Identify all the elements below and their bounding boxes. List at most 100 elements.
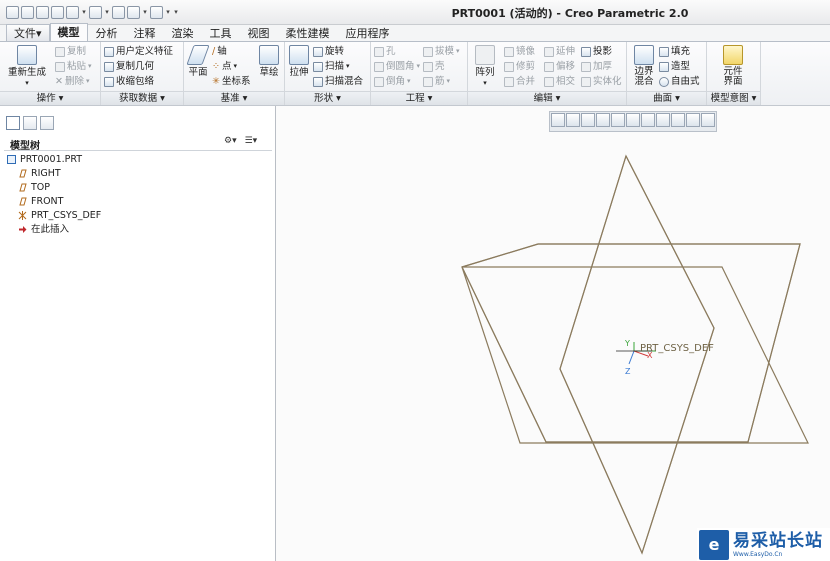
- round-button[interactable]: 倒圆角 ▾: [374, 60, 420, 73]
- close-window-icon[interactable]: [150, 5, 163, 19]
- model-canvas[interactable]: Y X Z PRT_CSYS_DEF: [276, 106, 830, 561]
- group-label-model-intent[interactable]: 模型意图 ▾: [707, 91, 760, 105]
- datum-plane-icon: [19, 169, 27, 178]
- new-file-icon[interactable]: [21, 5, 34, 19]
- point-button[interactable]: ⁘ 点 ▾: [212, 60, 237, 73]
- hole-button[interactable]: 孔: [374, 45, 396, 58]
- windows-dropdown-icon[interactable]: ▾: [142, 8, 148, 16]
- revolve-button[interactable]: 旋转: [313, 45, 344, 58]
- group-label-surfaces[interactable]: 曲面 ▾: [627, 91, 706, 105]
- group-label-shapes[interactable]: 形状 ▾: [285, 91, 370, 105]
- tab-flexible-modeling[interactable]: 柔性建模: [278, 24, 338, 42]
- datum-plane-outline-a[interactable]: [461, 243, 801, 443]
- redo-icon[interactable]: [89, 5, 102, 19]
- swept-blend-button[interactable]: 扫描混合: [313, 75, 363, 88]
- undo-dropdown-icon[interactable]: ▾: [81, 8, 87, 16]
- shell-button[interactable]: 壳: [423, 60, 445, 73]
- tab-analysis[interactable]: 分析: [88, 24, 126, 42]
- boundary-blend-button[interactable]: 边界混合: [629, 45, 659, 87]
- tree-item-csys[interactable]: PRT_CSYS_DEF: [18, 209, 101, 222]
- datum-plane-top[interactable]: [559, 154, 715, 555]
- component-interface-button[interactable]: 元件界面: [715, 45, 751, 87]
- rib-button[interactable]: 筋 ▾: [423, 75, 450, 88]
- shrinkwrap-button[interactable]: 收缩包络: [104, 75, 154, 88]
- tab-view[interactable]: 视图: [240, 24, 278, 42]
- datum-plane-outline-b[interactable]: [461, 266, 809, 444]
- group-label-editing[interactable]: 编辑 ▾: [468, 91, 626, 105]
- datum-plane-front[interactable]: [461, 243, 801, 443]
- tab-applications[interactable]: 应用程序: [338, 24, 398, 42]
- sketch-button[interactable]: 草绘: [255, 45, 283, 78]
- axis-button[interactable]: / 轴: [212, 45, 227, 58]
- copy-button[interactable]: 复制: [55, 45, 86, 58]
- round-icon: [374, 61, 384, 72]
- csys-button[interactable]: ✳ 坐标系: [212, 75, 250, 88]
- regenerate-button[interactable]: 重新生成 ▾: [4, 45, 50, 89]
- tab-annotate[interactable]: 注释: [126, 24, 164, 42]
- offset-icon: [544, 61, 554, 72]
- folder-browser-tab-icon[interactable]: [23, 116, 37, 130]
- paste-button[interactable]: 粘贴 ▾: [55, 60, 92, 73]
- group-label-datum[interactable]: 基准 ▾: [184, 91, 284, 105]
- tree-item-part[interactable]: PRT0001.PRT: [7, 153, 82, 166]
- windows-icon[interactable]: [127, 5, 140, 19]
- customize-qat-icon[interactable]: ▾: [173, 8, 179, 16]
- trim-button[interactable]: 修剪: [504, 60, 535, 73]
- style-button[interactable]: 造型: [659, 60, 690, 73]
- csys-glyph[interactable]: Y X Z PRT_CSYS_DEF: [616, 339, 714, 376]
- extend-button[interactable]: 延伸: [544, 45, 575, 58]
- regenerate-icon[interactable]: [112, 5, 125, 19]
- freestyle-button[interactable]: 自由式: [659, 75, 700, 88]
- tree-item-front[interactable]: FRONT: [18, 195, 63, 208]
- model-tree-tab-icon[interactable]: [6, 116, 20, 130]
- intersect-icon: [544, 76, 554, 87]
- redo-dropdown-icon[interactable]: ▾: [104, 8, 110, 16]
- sweep-dropdown-icon: ▾: [346, 62, 350, 70]
- group-label-get-data[interactable]: 获取数据 ▾: [101, 91, 183, 105]
- group-label-engineering[interactable]: 工程 ▾: [371, 91, 467, 105]
- tab-file[interactable]: 文件▾: [6, 24, 50, 42]
- undo-icon[interactable]: [66, 5, 79, 19]
- extrude-icon: [289, 45, 309, 65]
- group-label-operations[interactable]: 操作 ▾: [0, 91, 100, 105]
- open-file-icon[interactable]: [36, 5, 49, 19]
- tab-render[interactable]: 渲染: [164, 24, 202, 42]
- tree-item-top[interactable]: TOP: [18, 181, 50, 194]
- intersect-button[interactable]: 相交: [544, 75, 575, 88]
- pattern-button[interactable]: 阵列 ▾: [470, 45, 500, 89]
- tab-tools[interactable]: 工具: [202, 24, 240, 42]
- tree-item-right[interactable]: RIGHT: [18, 167, 61, 180]
- close-dropdown-icon[interactable]: ▾: [165, 8, 171, 16]
- delete-icon: ✕: [55, 76, 63, 87]
- tree-settings-icon[interactable]: ⚙▾: [224, 136, 237, 146]
- chamfer-dropdown-icon: ▾: [407, 77, 411, 85]
- mirror-button[interactable]: 镜像: [504, 45, 535, 58]
- extrude-button[interactable]: 拉伸: [286, 45, 312, 78]
- extend-icon: [544, 46, 554, 57]
- merge-button[interactable]: 合并: [504, 75, 535, 88]
- chamfer-button[interactable]: 倒角 ▾: [374, 75, 411, 88]
- copy-geometry-button[interactable]: 复制几何: [104, 60, 154, 73]
- project-button[interactable]: 投影: [581, 45, 612, 58]
- plane-button[interactable]: 平面: [185, 45, 211, 78]
- save-icon[interactable]: [51, 5, 64, 19]
- sweep-button[interactable]: 扫描 ▾: [313, 60, 350, 73]
- favorites-tab-icon[interactable]: [40, 116, 54, 130]
- csys-icon: ✳: [212, 76, 220, 87]
- tree-item-insert-here[interactable]: 在此插入: [18, 223, 69, 236]
- point-dropdown-icon: ▾: [233, 62, 237, 70]
- datum-plane-outline-c[interactable]: [559, 155, 715, 555]
- fill-button[interactable]: 填充: [659, 45, 690, 58]
- delete-button[interactable]: ✕ 删除 ▾: [55, 75, 90, 88]
- thicken-button[interactable]: 加厚: [581, 60, 612, 73]
- ribbon-tabs: 文件▾ 模型 分析 注释 渲染 工具 视图 柔性建模 应用程序: [6, 23, 398, 42]
- tree-show-icon[interactable]: ☰▾: [245, 136, 258, 146]
- offset-button[interactable]: 偏移: [544, 60, 575, 73]
- solidify-icon: [581, 76, 591, 87]
- app-icon[interactable]: [6, 5, 19, 19]
- solidify-button[interactable]: 实体化: [581, 75, 622, 88]
- udf-button[interactable]: 用户定义特征: [104, 45, 173, 58]
- csys-z-label: Z: [625, 367, 631, 376]
- draft-button[interactable]: 拔模 ▾: [423, 45, 460, 58]
- tab-model[interactable]: 模型: [49, 23, 88, 42]
